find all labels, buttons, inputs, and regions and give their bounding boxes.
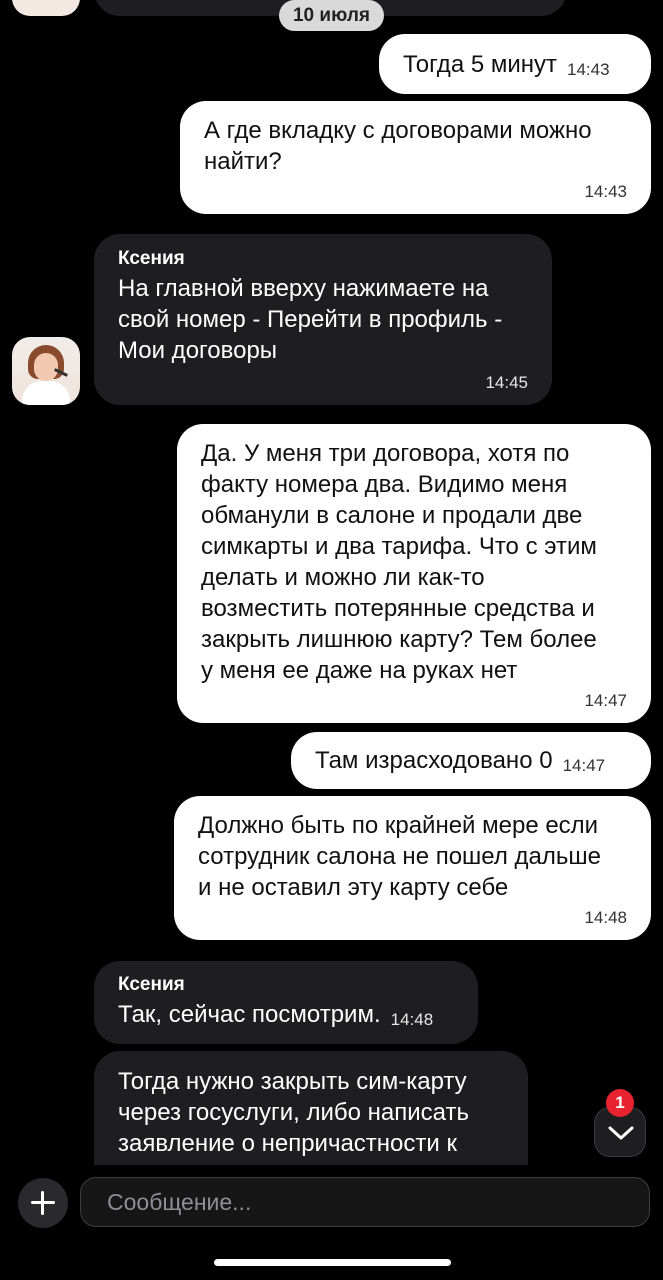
- message-time: 14:47: [562, 756, 606, 775]
- chevron-down-icon: [608, 1126, 634, 1140]
- message-text: Да. У меня три договора, хотя по факту н…: [201, 440, 597, 684]
- incoming-message[interactable]: Тогда нужно закрыть сим-карту через госу…: [94, 1051, 528, 1165]
- agent-avatar: [12, 0, 80, 16]
- message-composer: [0, 1165, 663, 1280]
- message-time: 14:47: [584, 691, 627, 710]
- message-text: Тогда нужно закрыть сим-карту через госу…: [118, 1068, 469, 1157]
- message-text: Так, сейчас посмотрим.: [118, 1001, 381, 1028]
- outgoing-message[interactable]: Тогда 5 минут 14:43: [379, 34, 651, 94]
- sender-name: Ксения: [118, 974, 185, 995]
- message-time: 14:43: [567, 60, 610, 79]
- message-time: 14:48: [584, 908, 627, 927]
- message-time: 14:48: [390, 1010, 434, 1029]
- outgoing-message[interactable]: Должно быть по крайней мере если сотрудн…: [174, 796, 651, 940]
- message-text: Тогда 5 минут: [403, 51, 557, 78]
- message-text: Там израсходовано 0: [315, 747, 553, 774]
- attach-button[interactable]: [18, 1178, 68, 1228]
- unread-count-badge: 1: [606, 1089, 634, 1117]
- message-text: А где вкладку с договорами можно найти?: [204, 117, 592, 175]
- message-time: 14:45: [485, 373, 528, 392]
- outgoing-message[interactable]: Там израсходовано 0 14:47: [291, 732, 651, 789]
- message-text: На главной вверху нажимаете на свой номе…: [118, 275, 503, 364]
- sender-name: Ксения: [118, 248, 185, 269]
- outgoing-message[interactable]: Да. У меня три договора, хотя по факту н…: [177, 424, 651, 723]
- outgoing-message[interactable]: А где вкладку с договорами можно найти? …: [180, 101, 651, 214]
- message-time: 14:43: [584, 182, 627, 201]
- home-indicator[interactable]: [214, 1259, 451, 1266]
- agent-avatar[interactable]: [12, 337, 80, 405]
- message-text: Должно быть по крайней мере если сотрудн…: [198, 812, 601, 901]
- message-input[interactable]: [80, 1177, 650, 1227]
- chat-history[interactable]: 10 июля Тогда 5 минут 14:43 А где вкладку…: [0, 0, 663, 1165]
- incoming-message[interactable]: Ксения На главной вверху нажимаете на св…: [94, 234, 552, 405]
- incoming-message[interactable]: Ксения Так, сейчас посмотрим. 14:48: [94, 961, 478, 1044]
- date-separator: 10 июля: [279, 0, 384, 31]
